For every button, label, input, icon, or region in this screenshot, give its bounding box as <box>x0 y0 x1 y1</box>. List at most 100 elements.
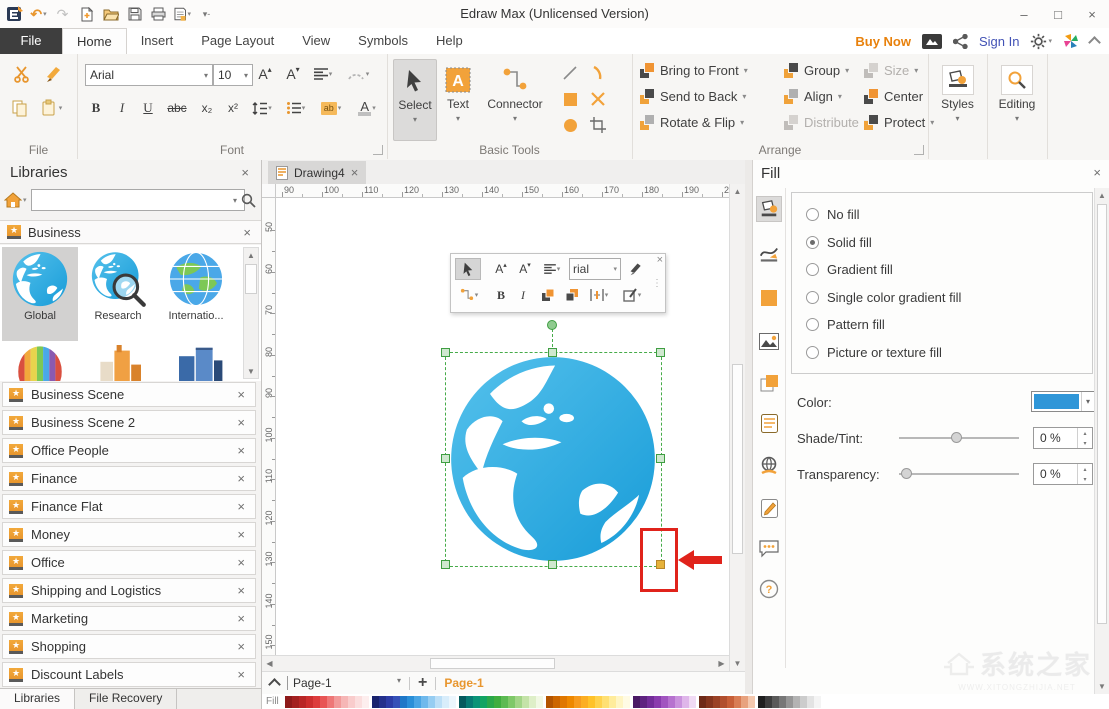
symbol-balloon[interactable] <box>12 345 68 381</box>
palette-swatch[interactable] <box>587 695 595 708</box>
palette-swatch[interactable] <box>615 695 623 708</box>
bottom-tab-file-recovery[interactable]: File Recovery <box>75 689 178 709</box>
arrange-distribute-button[interactable]: Distribute▾ <box>784 112 868 133</box>
document-tab-drawing4[interactable]: Drawing4 × <box>268 161 367 184</box>
palette-swatch[interactable] <box>799 695 807 708</box>
fill-option-picture-or-texture-fill[interactable]: Picture or texture fill <box>806 345 942 360</box>
palette-swatch[interactable] <box>785 695 793 708</box>
symbol-skyscrapers[interactable] <box>172 345 228 381</box>
cut-button[interactable] <box>10 62 34 86</box>
library-row-marketing[interactable]: ★ Marketing × <box>2 606 256 631</box>
palette-swatch[interactable] <box>535 695 543 708</box>
increase-font-button[interactable]: A ▴ <box>253 62 277 86</box>
palette-swatch[interactable] <box>448 695 456 708</box>
close-icon[interactable]: × <box>243 226 251 239</box>
print-button[interactable] <box>150 6 167 23</box>
palette-swatch[interactable] <box>465 695 473 708</box>
palette-swatch[interactable] <box>806 695 814 708</box>
menu-tab-home[interactable]: Home <box>62 28 127 54</box>
library-row-finance[interactable]: ★ Finance × <box>2 466 256 491</box>
palette-swatch[interactable] <box>371 695 379 708</box>
arrange-center-button[interactable]: Center <box>864 86 934 107</box>
close-icon[interactable]: × <box>237 584 245 597</box>
scrollbar-thumb[interactable] <box>732 364 743 554</box>
close-icon[interactable]: × <box>237 556 245 569</box>
palette-swatch[interactable] <box>298 695 306 708</box>
menu-tab-page-layout[interactable]: Page Layout <box>187 28 288 54</box>
palette-swatch[interactable] <box>305 695 313 708</box>
arrange-size-button[interactable]: Size ▾ <box>864 60 934 81</box>
arrange-dialog-expander-icon[interactable] <box>914 145 924 155</box>
palette-swatch[interactable] <box>632 695 640 708</box>
close-icon[interactable]: × <box>351 166 359 179</box>
float-increase-font-button[interactable]: A ▴ <box>489 258 513 280</box>
scroll-down-icon[interactable]: ▼ <box>244 364 258 378</box>
palette-swatch[interactable] <box>441 695 449 708</box>
copy-button[interactable] <box>8 96 32 120</box>
rectangle-tool-button[interactable] <box>559 88 581 110</box>
new-document-button[interactable] <box>78 6 95 23</box>
text-highlight-button[interactable]: ab ▾ <box>315 96 347 120</box>
dropdown-icon[interactable]: ▾ <box>233 196 237 205</box>
canvas-horizontal-scrollbar[interactable]: ◀ ▶ <box>262 655 729 671</box>
float-bold-button[interactable]: B <box>491 284 511 306</box>
palette-swatch[interactable] <box>712 695 720 708</box>
subscript-button[interactable]: x₂ <box>195 96 219 120</box>
strikethrough-button[interactable]: abc <box>163 96 191 120</box>
palette-swatch[interactable] <box>792 695 800 708</box>
shade-tint-spinner[interactable]: 0 % ▴ ▾ <box>1033 427 1093 449</box>
close-icon[interactable]: × <box>237 472 245 485</box>
italic-button[interactable]: I <box>111 96 133 120</box>
palette-swatch[interactable] <box>528 695 536 708</box>
palette-swatch[interactable] <box>559 695 567 708</box>
arrange-protect-button[interactable]: Protect ▾ <box>864 112 934 133</box>
palette-swatch[interactable] <box>319 695 327 708</box>
palette-swatch[interactable] <box>354 695 362 708</box>
radio-icon[interactable] <box>806 290 819 304</box>
palette-swatch[interactable] <box>622 695 630 708</box>
palette-swatch[interactable] <box>653 695 661 708</box>
palette-swatch[interactable] <box>778 695 786 708</box>
radio-icon[interactable] <box>806 208 819 221</box>
drawing-canvas[interactable]: A ▴ A ▾ ▾ rial ▾ × ⋮ ▾ B I ▾ ▾ <box>276 198 729 655</box>
superscript-button[interactable]: x² <box>221 96 245 120</box>
palette-swatch[interactable] <box>514 695 522 708</box>
scrollbar-thumb[interactable] <box>1097 204 1107 624</box>
palette-swatch[interactable] <box>427 695 435 708</box>
selection-handle-nw[interactable] <box>441 348 450 357</box>
selection-handle-n[interactable] <box>548 348 557 357</box>
fill-option-gradient-fill[interactable]: Gradient fill <box>806 262 893 277</box>
close-icon[interactable]: × <box>237 528 245 541</box>
save-button[interactable] <box>126 6 143 23</box>
palette-swatch[interactable] <box>674 695 682 708</box>
fill-option-single-color-gradient-fill[interactable]: Single color gradient fill <box>806 290 961 305</box>
crop-tool-button[interactable] <box>587 114 609 136</box>
palette-swatch[interactable] <box>420 695 428 708</box>
shape-tab-icon[interactable] <box>756 285 782 311</box>
selection-handle-w[interactable] <box>441 454 450 463</box>
palette-swatch[interactable] <box>291 695 299 708</box>
close-icon[interactable]: × <box>237 640 245 653</box>
select-tool-button[interactable]: Select ▾ <box>393 59 437 141</box>
styles-button[interactable]: Styles ▾ <box>935 59 981 139</box>
comment-tab-icon[interactable] <box>756 536 782 562</box>
canvas-vertical-scrollbar[interactable]: ▲ ▼ <box>729 184 745 671</box>
fill-color-swatch[interactable]: ▾ <box>1031 391 1095 412</box>
palette-swatch[interactable] <box>333 695 341 708</box>
palette-swatch[interactable] <box>434 695 442 708</box>
symbol-internatio[interactable]: Internatio... <box>158 247 234 341</box>
palette-swatch[interactable] <box>740 695 748 708</box>
palette-swatch[interactable] <box>757 695 765 708</box>
palette-swatch[interactable] <box>472 695 480 708</box>
scrollbar-thumb[interactable] <box>430 658 555 669</box>
picture-tab-icon[interactable] <box>756 328 782 354</box>
radio-icon[interactable] <box>806 345 819 359</box>
arrange-align-button[interactable]: Align ▾ <box>784 86 868 107</box>
menu-tab-file[interactable]: File <box>0 28 62 54</box>
library-row-shopping[interactable]: ★ Shopping × <box>2 634 256 659</box>
text-align-button[interactable]: ▾ <box>309 62 337 86</box>
minimize-button[interactable]: – <box>1007 0 1041 28</box>
palette-swatch[interactable] <box>385 695 393 708</box>
close-icon[interactable]: × <box>241 166 249 179</box>
close-icon[interactable]: × <box>237 500 245 513</box>
